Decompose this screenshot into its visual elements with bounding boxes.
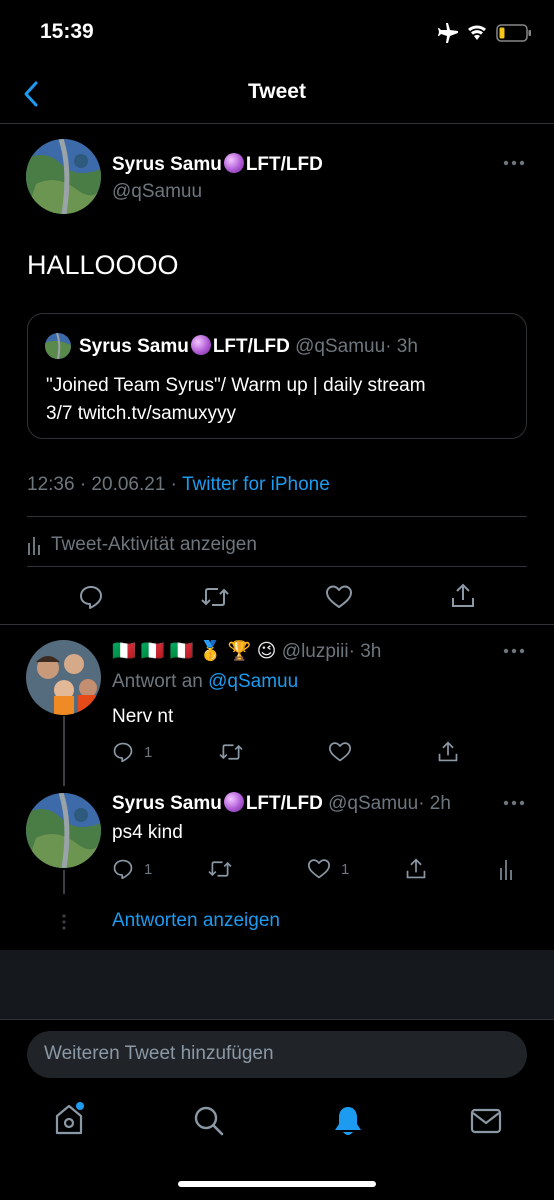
activity-icon (500, 860, 512, 880)
reply2-like-button[interactable]: 1 (307, 858, 349, 880)
reply1-time: · 3h (348, 641, 382, 662)
reply2-name-suffix: LFT/LFD (245, 793, 323, 814)
add-tweet-placeholder: Weiteren Tweet hinzufügen (44, 1043, 274, 1064)
quoted-name: Syrus Samu (79, 336, 189, 357)
reply-icon (113, 742, 133, 763)
nav-divider (0, 123, 554, 124)
share-icon (438, 741, 458, 762)
activity-label: Tweet-Aktivität anzeigen (51, 534, 257, 555)
reply2-time: · 2h (418, 793, 451, 814)
reply1-avatar[interactable] (26, 640, 101, 715)
quoted-header: Syrus Samu LFT/LFD @qSamuu· 3h (79, 335, 418, 358)
author-handle[interactable]: @qSamuu (112, 181, 202, 203)
quoted-text: "Joined Team Syrus"/ Warm up | daily str… (46, 372, 426, 428)
page-title: Tweet (248, 80, 306, 103)
wifi-icon (466, 22, 488, 42)
messages-icon[interactable] (470, 1107, 502, 1135)
more-replies-dots-icon (61, 913, 67, 931)
share-icon (406, 858, 426, 879)
author-name[interactable]: Syrus Samu LFT/LFD (112, 153, 323, 176)
thread-line (63, 870, 65, 894)
notifications-icon[interactable] (333, 1104, 363, 1138)
reply-button[interactable] (78, 584, 104, 610)
search-icon[interactable] (193, 1105, 225, 1137)
like-count: 1 (341, 860, 350, 878)
reply1-header: 🇮🇹 🇮🇹 🇮🇹 🥇 🏆 😉 @luzpiii· 3h (112, 639, 381, 663)
reply2-text: ps4 kind (112, 822, 183, 843)
more-options-icon[interactable] (503, 648, 525, 654)
crystal-ball-icon (190, 335, 211, 355)
reply1-reply-button[interactable]: 1 (112, 741, 152, 763)
reply1-handle[interactable]: @luzpiii (282, 641, 349, 662)
share-icon (452, 583, 474, 607)
quoted-handle: @qSamuu (295, 336, 386, 357)
meta-divider (27, 516, 527, 517)
retweet-icon (201, 588, 229, 606)
thread-line (63, 716, 65, 786)
reply2-header: Syrus Samu LFT/LFD @qSamuu· 2h (112, 792, 451, 815)
reply1-like-button[interactable] (328, 741, 352, 763)
quoted-text-line-2: 3/7 twitch.tv/samuxyyy (46, 403, 237, 424)
heart-icon (307, 859, 330, 879)
reply-count: 1 (144, 860, 153, 878)
like-button[interactable] (325, 584, 353, 610)
reply1-share-button[interactable] (437, 740, 459, 764)
reply2-share-button[interactable] (405, 857, 427, 881)
reply2-activity-button[interactable] (499, 858, 515, 880)
reply2-reply-button[interactable]: 1 (112, 858, 152, 880)
activity-icon (28, 537, 40, 555)
home-indicator (178, 1181, 376, 1187)
tweet-divider (0, 624, 554, 625)
tweet-text: HALLOOOO (27, 250, 179, 280)
retweet-button[interactable] (200, 584, 230, 610)
reply1-text: Nerv nt (112, 706, 174, 727)
reply2-handle[interactable]: @qSamuu (328, 793, 418, 814)
reply-count: 1 (144, 743, 153, 761)
home-icon[interactable] (53, 1102, 85, 1136)
quoted-text-line-1: "Joined Team Syrus"/ Warm up | daily str… (46, 375, 426, 396)
author-name-suffix: LFT/LFD (245, 154, 323, 175)
reply2-retweet-button[interactable] (207, 858, 233, 880)
activity-divider (27, 566, 527, 567)
tweet-meta: 12:36 · 20.06.21 · Twitter for iPhone (27, 474, 330, 496)
battery-icon (496, 24, 532, 42)
reply2-name[interactable]: Syrus Samu (112, 793, 222, 814)
quoted-time: · 3h (385, 336, 418, 357)
reply-icon (80, 586, 102, 609)
quoted-name-suffix: LFT/LFD (212, 336, 290, 357)
tweet-timestamp: 12:36 · 20.06.21 · (27, 474, 177, 495)
compose-divider (0, 1019, 554, 1020)
avatar[interactable] (26, 139, 101, 214)
tweet-source-link[interactable]: Twitter for iPhone (182, 474, 330, 495)
reply1-reply-to: Antwort an @qSamuu (112, 671, 298, 693)
quoted-avatar (45, 333, 71, 359)
heart-icon (328, 742, 351, 762)
reply2-avatar[interactable] (26, 793, 101, 868)
reply-to-label: Antwort an (112, 671, 203, 692)
reply-to-handle[interactable]: @qSamuu (208, 671, 298, 692)
empty-section (0, 950, 554, 1020)
retweet-icon (208, 861, 232, 877)
more-options-icon[interactable] (503, 800, 525, 806)
share-button[interactable] (450, 582, 476, 610)
crystal-ball-icon (223, 792, 244, 812)
author-name-text: Syrus Samu (112, 154, 222, 175)
tweet-activity-link[interactable]: Tweet-Aktivität anzeigen (27, 534, 257, 556)
reply1-display-name[interactable]: 🇮🇹 🇮🇹 🇮🇹 🥇 🏆 😉 (112, 641, 277, 662)
reply-icon (113, 859, 133, 880)
status-time: 15:39 (40, 20, 94, 43)
reply1-retweet-button[interactable] (218, 741, 244, 763)
heart-icon (326, 585, 352, 608)
show-replies-link[interactable]: Antworten anzeigen (112, 910, 280, 932)
airplane-icon (436, 22, 460, 44)
more-options-icon[interactable] (503, 160, 525, 166)
retweet-icon (219, 744, 243, 760)
crystal-ball-icon (223, 153, 244, 173)
